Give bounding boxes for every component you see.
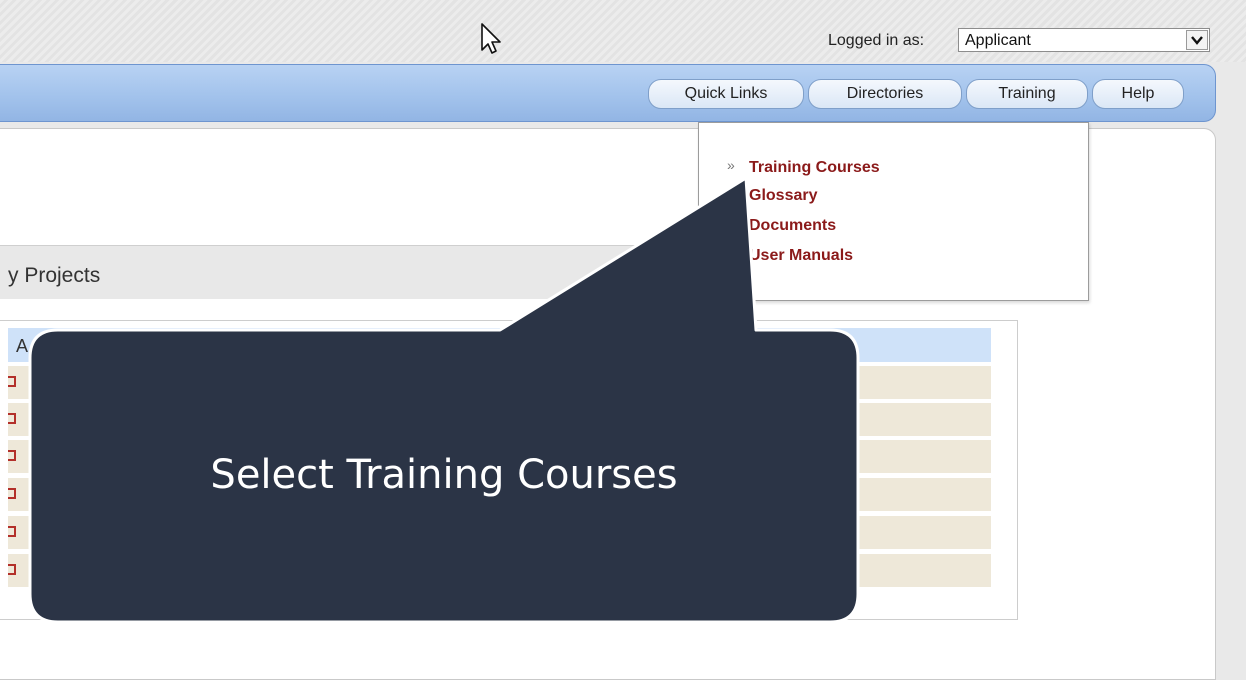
callout-bubble bbox=[28, 176, 860, 624]
callout-text: Select Training Courses bbox=[210, 452, 678, 498]
tutorial-callout bbox=[28, 176, 860, 624]
mouse-cursor-icon bbox=[481, 23, 501, 54]
